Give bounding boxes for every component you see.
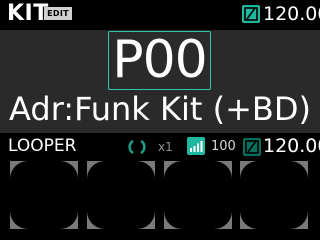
pattern-number[interactable]: P00 [108, 29, 211, 91]
level-bars-icon [187, 137, 205, 155]
looper-pad-4[interactable] [240, 161, 308, 229]
tempo-metronome-icon [242, 5, 260, 23]
loop-icon[interactable] [128, 138, 146, 156]
tempo-value[interactable]: 120.00 [263, 3, 320, 26]
mode-title: KIT [7, 1, 49, 26]
looper-pad-3[interactable] [164, 161, 232, 229]
loop-multiplier[interactable]: x1 [158, 139, 173, 155]
looper-tempo-value[interactable]: 120.00 [263, 135, 320, 158]
looper-pad-1[interactable] [10, 161, 78, 229]
tempo-metronome-icon [243, 138, 261, 156]
looper-pad-2[interactable] [87, 161, 155, 229]
edit-badge[interactable]: EDIT [44, 7, 72, 20]
looper-label: LOOPER [8, 136, 77, 156]
level-value[interactable]: 100 [211, 139, 236, 155]
kit-name: Adr:Funk Kit (+BD) [9, 90, 311, 128]
